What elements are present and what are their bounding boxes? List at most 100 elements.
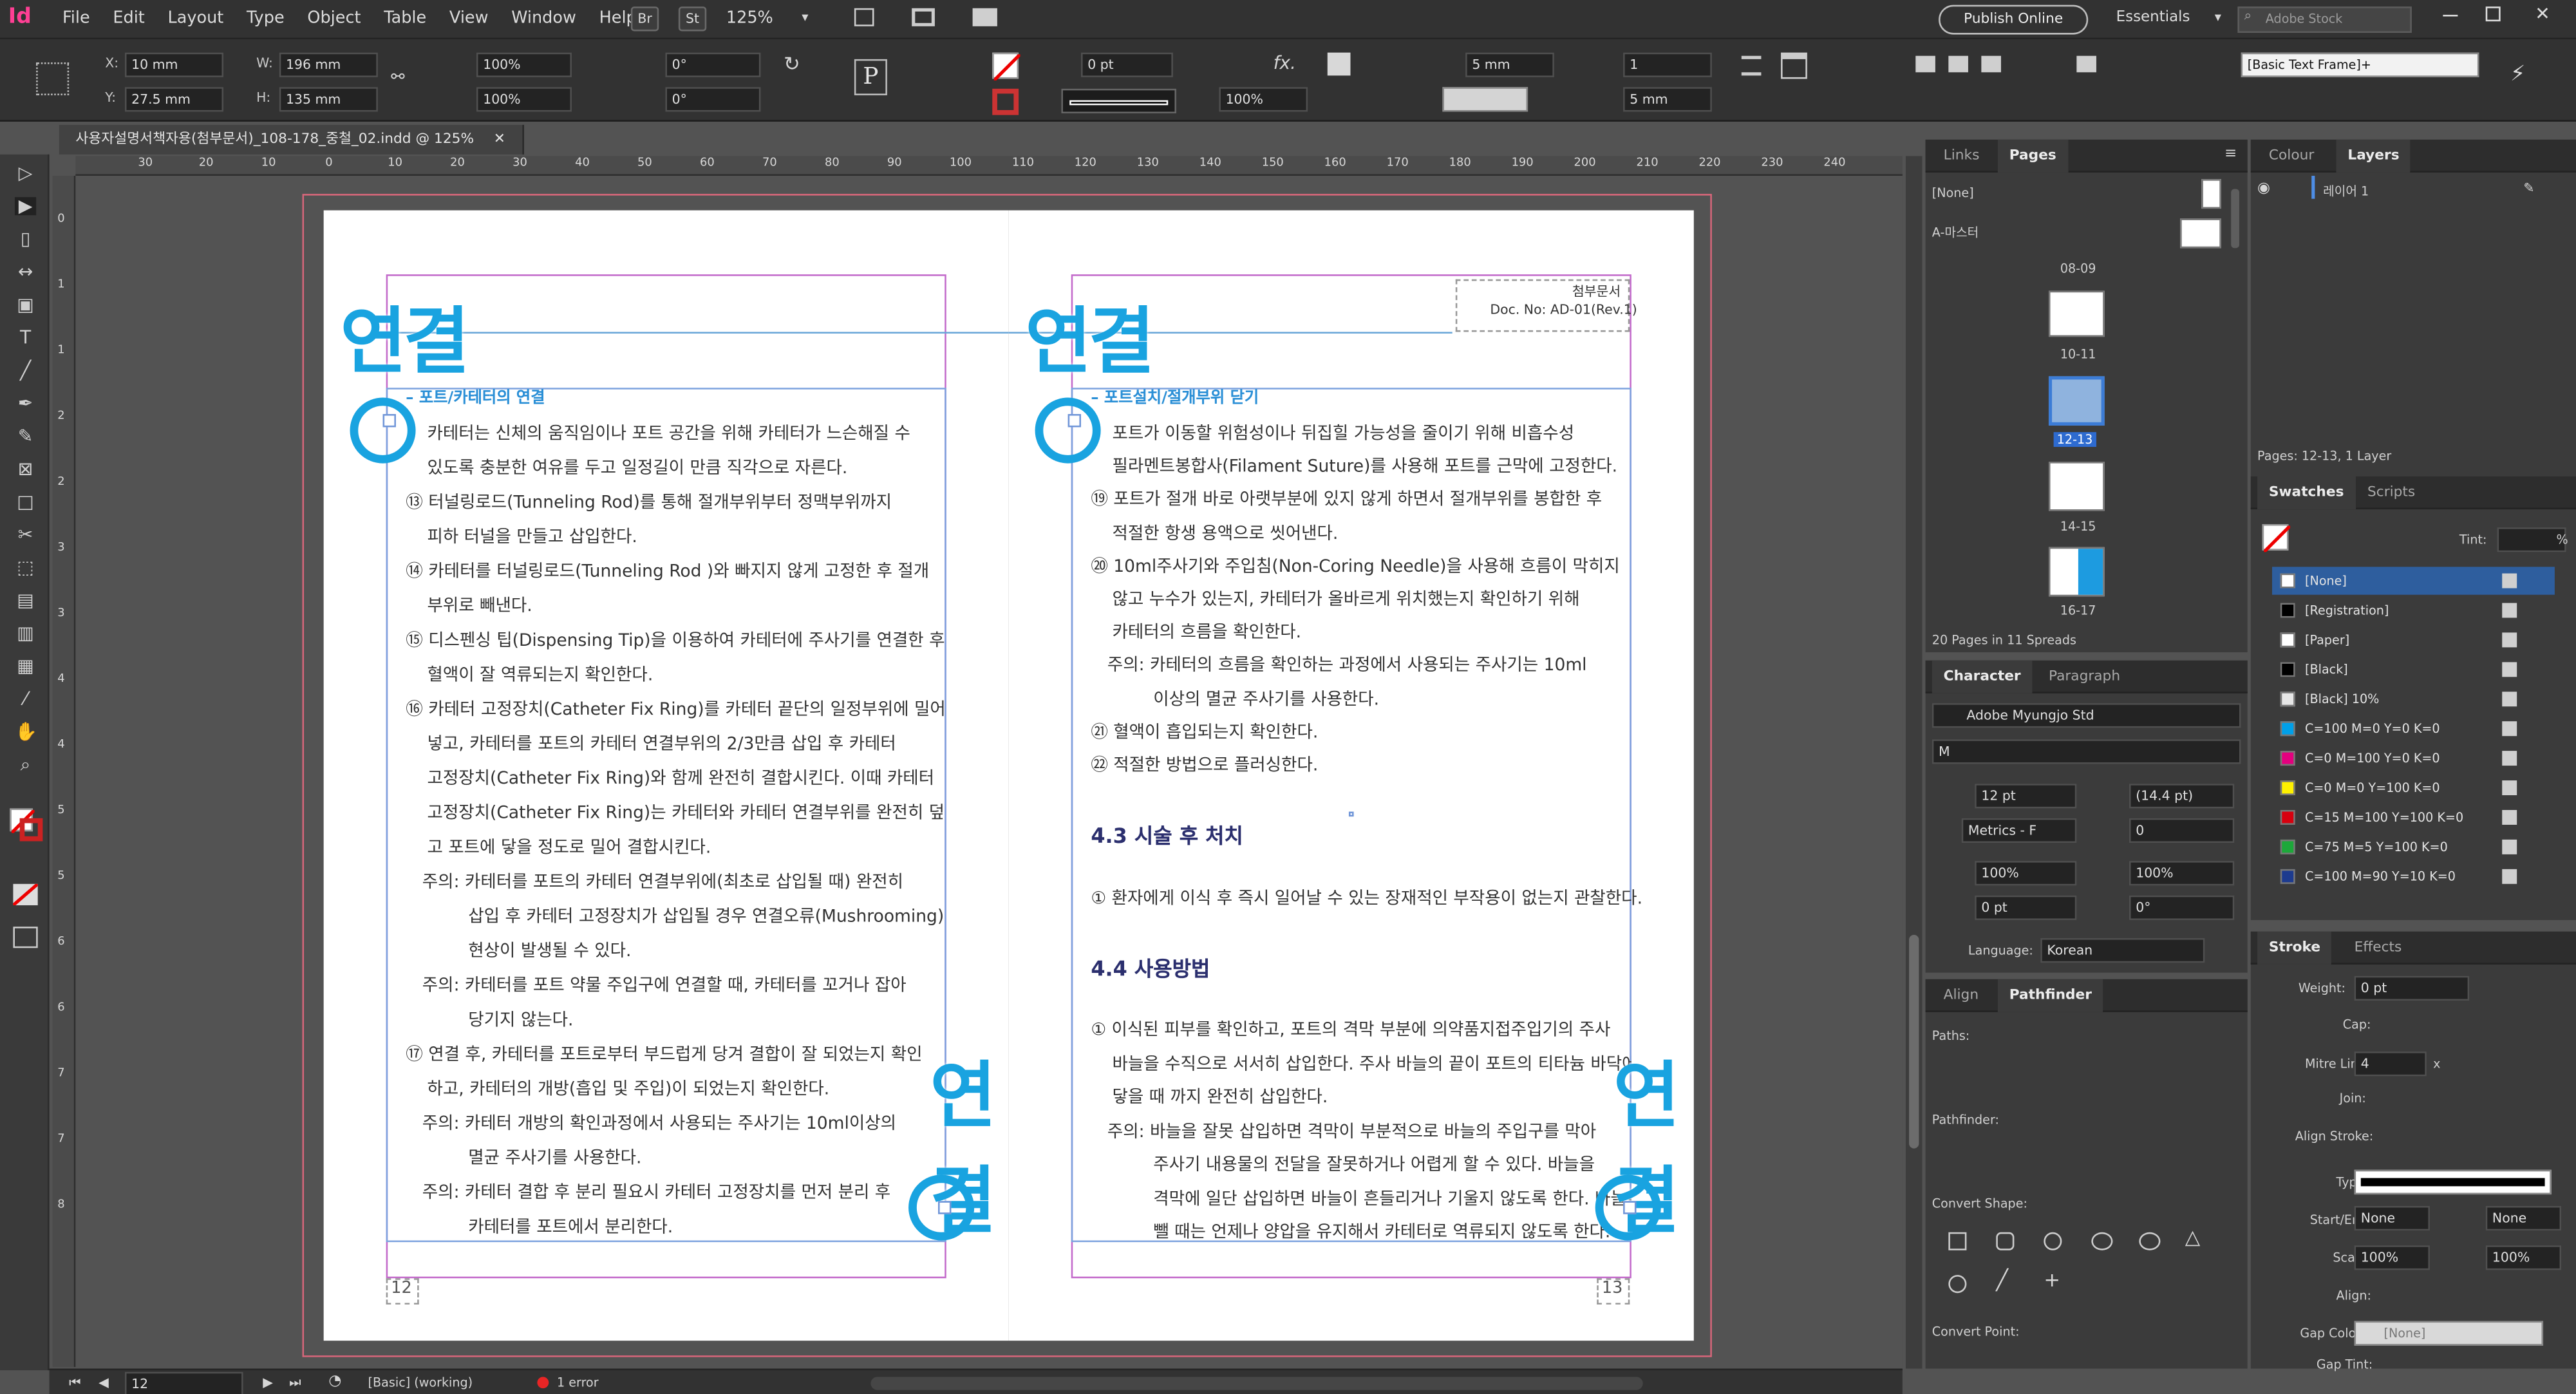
swatch-item[interactable]: [Black] xyxy=(2272,655,2555,683)
free-transform-tool-icon[interactable]: ⬚ xyxy=(15,559,36,577)
tab-character[interactable]: Character xyxy=(1932,660,2033,693)
document-tab[interactable]: 사용자설명서책자용(첨부문서)_108-178_중철_02.indd @ 125… xyxy=(59,124,523,155)
zoom-tool-icon[interactable]: ⌕ xyxy=(15,756,36,774)
spread-thumb[interactable] xyxy=(2048,290,2105,337)
scale-y-field[interactable]: 100% xyxy=(476,87,572,112)
spread-thumb[interactable] xyxy=(2048,462,2105,511)
menu-file[interactable]: File xyxy=(62,10,90,28)
stock-button[interactable]: St xyxy=(678,6,707,32)
arrange-docs-icon[interactable] xyxy=(972,8,997,26)
out-port-icon[interactable] xyxy=(1623,1201,1637,1214)
scale-end-field[interactable]: 100% xyxy=(2485,1245,2562,1270)
fill-swatch[interactable] xyxy=(992,52,1022,82)
swatch-item[interactable]: C=0 M=100 Y=0 K=0 xyxy=(2272,744,2555,772)
columns-field[interactable]: 1 xyxy=(1623,52,1712,77)
tab-pages[interactable]: Pages xyxy=(1997,139,2068,173)
menu-object[interactable]: Object xyxy=(307,10,361,28)
pages-scrollbar[interactable] xyxy=(2231,189,2239,249)
horizontal-scrollbar[interactable] xyxy=(870,1377,1643,1390)
scissors-tool-icon[interactable]: ✂ xyxy=(15,526,36,544)
text-align-icon[interactable] xyxy=(1741,55,1762,76)
tab-links[interactable]: Links xyxy=(1932,140,1991,173)
align-left-edges-icon[interactable] xyxy=(1915,55,1935,73)
previous-page-icon[interactable]: ◀ xyxy=(99,1375,109,1390)
align-right-edges-icon[interactable] xyxy=(1981,55,2001,73)
apply-none-icon[interactable] xyxy=(12,882,39,907)
object-style-dropdown[interactable]: [Basic Text Frame]+ xyxy=(2241,52,2479,77)
minimize-icon[interactable] xyxy=(2443,14,2458,17)
screen-mode-icon[interactable] xyxy=(13,927,38,948)
rounded-rectangle-icon[interactable] xyxy=(1996,1232,2015,1250)
plus-icon[interactable]: + xyxy=(2044,1268,2060,1292)
tab-scripts[interactable]: Scripts xyxy=(2356,476,2427,509)
direct-selection-tool-icon[interactable]: ▶ xyxy=(14,197,37,216)
triangle-icon[interactable]: △ xyxy=(2185,1226,2201,1249)
pen-tool-icon[interactable]: ✒ xyxy=(15,394,36,412)
first-page-icon[interactable]: ⏮ xyxy=(69,1375,80,1392)
tab-effects[interactable]: Effects xyxy=(2343,932,2413,965)
tab-colour[interactable]: Colour xyxy=(2257,140,2326,173)
menu-table[interactable]: Table xyxy=(384,10,426,28)
start-arrow-field[interactable]: None xyxy=(2354,1205,2430,1231)
ellipse-wide-icon[interactable] xyxy=(2139,1232,2161,1250)
constrain-link-icon[interactable]: ⚯ xyxy=(391,69,404,87)
page-thumb[interactable] xyxy=(2201,179,2221,209)
line-tool-icon[interactable]: ╱ xyxy=(15,361,36,379)
language-field[interactable]: Korean xyxy=(2040,938,2205,963)
swatch-item[interactable]: C=100 M=0 Y=0 K=0 xyxy=(2272,715,2555,742)
distribute-icon[interactable] xyxy=(2076,55,2096,73)
end-arrow-field[interactable]: None xyxy=(2485,1205,2562,1231)
font-style-field[interactable]: M xyxy=(1932,739,2241,764)
scale-start-field[interactable]: 100% xyxy=(2354,1245,2430,1270)
swatch-item[interactable]: C=0 M=0 Y=100 K=0 xyxy=(2272,774,2555,802)
lightning-icon[interactable]: ⚡ xyxy=(2510,62,2525,87)
fill-preview[interactable] xyxy=(1442,87,1528,112)
workspace-switcher[interactable]: Essentials xyxy=(2116,10,2190,26)
rectangle-frame-tool-icon[interactable]: ⊠ xyxy=(15,460,36,478)
stroke-swatch-icon[interactable] xyxy=(19,818,43,842)
menu-layout[interactable]: Layout xyxy=(168,10,224,28)
note-tool-icon[interactable]: ▦ xyxy=(15,657,36,675)
tab-stroke[interactable]: Stroke xyxy=(2257,931,2332,965)
reference-point-icon[interactable] xyxy=(36,62,70,95)
leading-field[interactable]: (14.4 pt) xyxy=(2129,784,2235,809)
width-field[interactable]: 196 mm xyxy=(279,52,378,77)
tab-align[interactable]: Align xyxy=(1932,979,1990,1012)
preflight-profile[interactable]: [Basic] (working) xyxy=(368,1375,473,1390)
tab-pathfinder[interactable]: Pathfinder xyxy=(1997,979,2103,1012)
fill-none-icon[interactable] xyxy=(2262,523,2291,554)
out-port-icon[interactable] xyxy=(938,1201,952,1214)
swatch-item[interactable]: C=100 M=90 Y=10 K=0 xyxy=(2272,863,2555,890)
font-size-field[interactable]: 12 pt xyxy=(1975,784,2077,809)
skew-field[interactable]: 0° xyxy=(2129,895,2235,920)
swatch-item[interactable]: [Paper] xyxy=(2272,626,2555,654)
rectangle-tool-icon[interactable]: □ xyxy=(15,493,36,511)
close-icon[interactable]: ✕ xyxy=(2535,3,2550,24)
chevron-down-icon[interactable]: ▾ xyxy=(2215,10,2221,24)
align-top-icon[interactable] xyxy=(1327,52,1351,76)
circle-icon[interactable] xyxy=(1948,1275,1967,1294)
fx-icon[interactable]: fx. xyxy=(1274,53,1296,74)
pencil-tool-icon[interactable]: ✎ xyxy=(15,427,36,445)
line-icon[interactable]: ╱ xyxy=(1996,1268,2007,1292)
baseline-shift-field[interactable]: 0 pt xyxy=(1975,895,2077,920)
a-master[interactable]: A-마스터 xyxy=(1932,223,1979,241)
stroke-type-dropdown[interactable] xyxy=(2354,1169,2552,1195)
menu-type[interactable]: Type xyxy=(247,10,285,28)
in-port-icon[interactable] xyxy=(1067,414,1082,428)
align-center-icon[interactable] xyxy=(1948,55,1968,73)
swatch-item[interactable]: C=15 M=100 Y=100 K=0 xyxy=(2272,804,2555,831)
stroke-type-dropdown[interactable] xyxy=(1061,88,1177,114)
scale-x-field[interactable]: 100% xyxy=(476,52,572,77)
rotate-icon[interactable]: ↻ xyxy=(784,53,800,76)
x-field[interactable]: 10 mm xyxy=(124,52,224,77)
eyedropper-tool-icon[interactable]: ⁄ xyxy=(15,690,36,708)
type-tool-icon[interactable]: T xyxy=(15,328,36,346)
gutter2-field[interactable]: 5 mm xyxy=(1623,87,1712,112)
menu-window[interactable]: Window xyxy=(511,10,576,28)
chevron-down-icon[interactable]: ▾ xyxy=(802,10,808,24)
oval-icon[interactable] xyxy=(2091,1232,2113,1250)
hand-tool-icon[interactable]: ✋ xyxy=(15,723,37,741)
error-count[interactable]: 1 error xyxy=(557,1375,599,1390)
view-options-icon[interactable] xyxy=(854,8,874,26)
